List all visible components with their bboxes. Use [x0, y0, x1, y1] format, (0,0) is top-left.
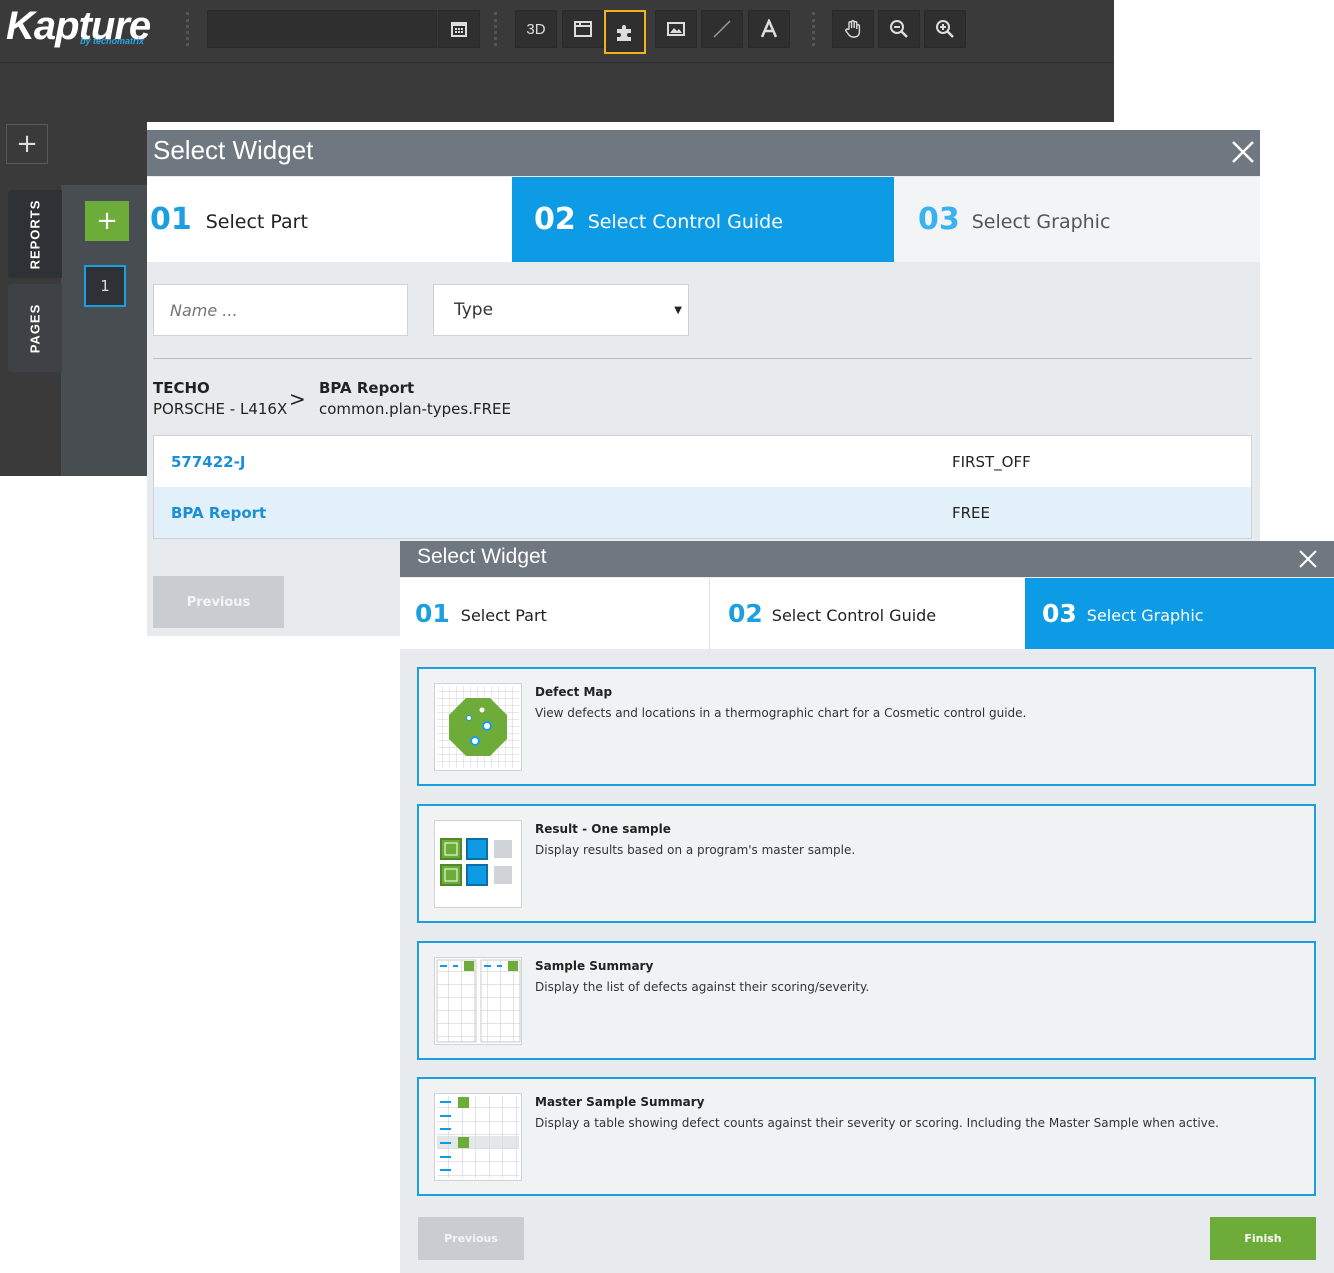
breadcrumb-separator: >: [289, 387, 306, 411]
card-description: Display the list of defects against thei…: [535, 980, 870, 994]
tab-reports-label: REPORTS: [27, 199, 43, 269]
dialog-header: Select Widget: [147, 130, 1260, 176]
previous-button[interactable]: Previous: [153, 576, 284, 628]
window-icon: [574, 21, 592, 37]
table-row[interactable]: 577422-J FIRST_OFF: [154, 436, 1251, 487]
calendar-icon: [451, 22, 467, 37]
zoom-in-button[interactable]: [924, 10, 966, 48]
tab-reports[interactable]: REPORTS: [8, 190, 62, 278]
add-page-button[interactable]: +: [85, 201, 129, 241]
toolbar-separator: [812, 12, 815, 46]
add-report-button[interactable]: +: [6, 124, 48, 164]
tab-pages-label: PAGES: [27, 303, 43, 353]
chevron-down-icon: ▼: [674, 304, 682, 316]
master-sample-icon: [437, 1096, 519, 1178]
name-search-input[interactable]: [153, 284, 408, 336]
select-widget-dialog-step3: Select Widget 01 Select Part 02 Select C…: [400, 541, 1334, 1273]
app-logo-sub: by tecnomatrix: [80, 36, 145, 46]
card-title: Master Sample Summary: [535, 1095, 705, 1109]
graphic-card-result-one-sample[interactable]: Result - One sample Display results base…: [417, 804, 1316, 923]
secondary-toolbar: [0, 62, 1114, 122]
step-select-graphic[interactable]: 03 Select Graphic: [1025, 578, 1334, 649]
3d-button[interactable]: 3D: [515, 10, 557, 48]
step-select-graphic[interactable]: 03 Select Graphic: [894, 177, 1260, 262]
graphic-card-sample-summary[interactable]: Sample Summary Display the list of defec…: [417, 941, 1316, 1060]
sample-summary-thumbnail: [434, 957, 522, 1045]
card-title: Defect Map: [535, 685, 613, 699]
step-label: Select Part: [460, 605, 547, 625]
pan-button[interactable]: [832, 10, 874, 48]
row-name[interactable]: BPA Report: [171, 504, 266, 522]
widget-button[interactable]: [604, 10, 646, 54]
toolbar-separator: [494, 12, 497, 46]
breadcrumb-guide-title: BPA Report: [319, 379, 415, 397]
step-select-part[interactable]: 01 Select Part: [400, 578, 710, 649]
dialog-title: Select Widget: [153, 135, 314, 165]
zoom-out-button[interactable]: [878, 10, 920, 48]
sample-summary-icon: [436, 959, 521, 1043]
divider: [153, 358, 1252, 359]
step-label: Select Graphic: [971, 210, 1111, 233]
toolbar-separator: [186, 12, 189, 46]
step-label: Select Control Guide: [771, 605, 937, 625]
text-button[interactable]: [748, 10, 790, 48]
result-grid-icon: [440, 838, 514, 886]
step-label: Select Part: [205, 210, 308, 233]
line-button[interactable]: [701, 10, 743, 48]
text-icon: [760, 19, 778, 38]
image-icon: [667, 22, 685, 36]
step-number: 01: [150, 202, 192, 237]
window-button[interactable]: [562, 10, 604, 48]
zoom-out-icon: [890, 20, 908, 38]
close-icon[interactable]: [1230, 139, 1256, 165]
card-description: Display results based on a program's mas…: [535, 843, 856, 857]
master-sample-thumbnail: [434, 1093, 522, 1181]
type-select[interactable]: Type ▼: [433, 284, 689, 336]
row-type: FREE: [952, 503, 991, 522]
result-thumbnail: [434, 820, 522, 908]
hand-icon: [845, 20, 861, 38]
breadcrumb-part-sub: PORSCHE - L416X: [153, 400, 288, 418]
puzzle-icon: [617, 25, 631, 41]
zoom-in-icon: [936, 20, 954, 38]
defect-map-thumbnail: [434, 683, 522, 771]
step-label: Select Graphic: [1086, 605, 1204, 625]
card-description: Display a table showing defect counts ag…: [535, 1116, 1219, 1130]
step-select-part[interactable]: 01 Select Part: [147, 177, 512, 262]
step-number: 02: [534, 202, 576, 237]
row-type: FIRST_OFF: [952, 452, 1031, 471]
finish-button[interactable]: Finish: [1210, 1217, 1316, 1260]
step-number: 03: [1042, 599, 1077, 628]
calendar-button[interactable]: [438, 10, 480, 48]
date-input[interactable]: [207, 10, 437, 48]
close-icon[interactable]: [1297, 548, 1319, 570]
dialog-title: Select Widget: [417, 545, 547, 568]
tab-pages[interactable]: PAGES: [8, 284, 62, 372]
control-guide-table: 577422-J FIRST_OFF BPA Report FREE: [153, 435, 1252, 539]
step-select-control-guide[interactable]: 02 Select Control Guide: [710, 578, 1025, 649]
image-button[interactable]: [655, 10, 697, 48]
previous-button[interactable]: Previous: [418, 1217, 524, 1260]
breadcrumb-guide-sub: common.plan-types.FREE: [319, 400, 511, 418]
card-title: Result - One sample: [535, 822, 671, 836]
type-select-value: Type: [454, 300, 494, 320]
defect-map-icon: [437, 686, 519, 768]
step-label: Select Control Guide: [587, 210, 783, 233]
breadcrumb-part-title: TECHO: [153, 379, 210, 397]
graphic-card-master-sample-summary[interactable]: Master Sample Summary Display a table sh…: [417, 1077, 1316, 1196]
step-select-control-guide[interactable]: 02 Select Control Guide: [512, 177, 894, 262]
graphic-card-defect-map[interactable]: Defect Map View defects and locations in…: [417, 667, 1316, 786]
row-name[interactable]: 577422-J: [171, 453, 245, 471]
page-thumbnail[interactable]: 1: [84, 265, 126, 307]
card-title: Sample Summary: [535, 959, 654, 973]
card-description: View defects and locations in a thermogr…: [535, 706, 1027, 720]
line-icon: [713, 20, 731, 38]
step-number: 02: [728, 599, 763, 628]
step-number: 03: [918, 202, 960, 237]
table-row[interactable]: BPA Report FREE: [154, 487, 1251, 538]
step-number: 01: [415, 599, 450, 628]
dialog-header: Select Widget: [400, 541, 1334, 577]
